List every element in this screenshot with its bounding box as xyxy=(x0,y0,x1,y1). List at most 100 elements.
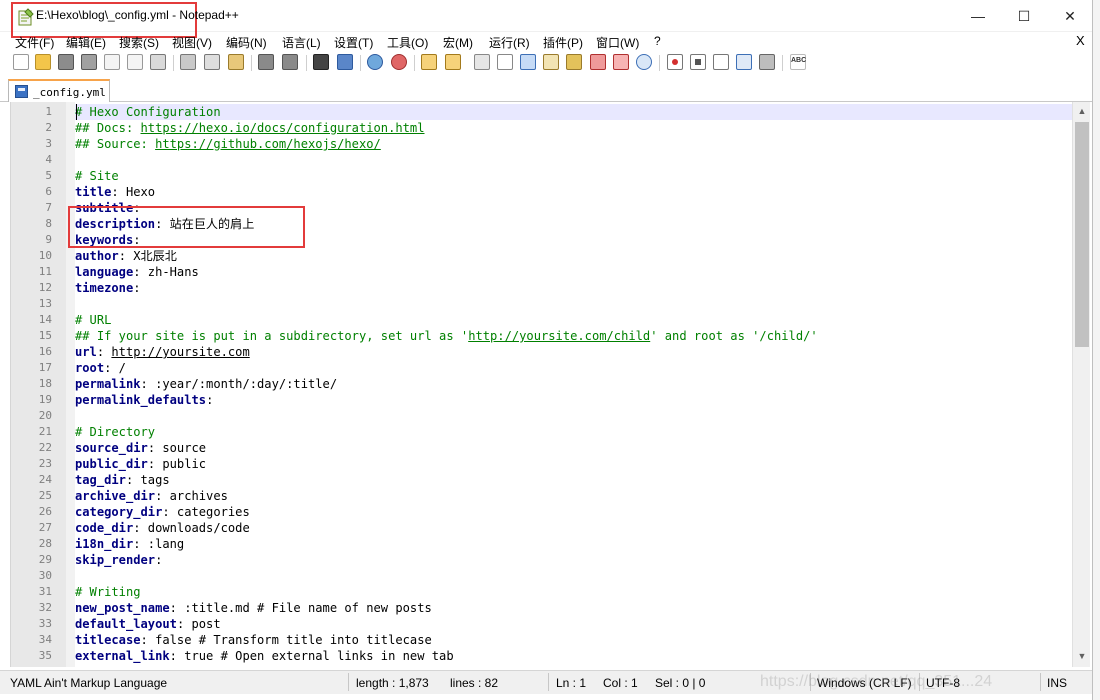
minimize-button[interactable]: — xyxy=(955,0,1001,32)
close-all-icon[interactable] xyxy=(127,54,143,70)
code-line[interactable]: ## Docs: https://hexo.io/docs/configurat… xyxy=(75,120,1073,136)
code-line[interactable]: title: Hexo xyxy=(75,184,1073,200)
line-number: 18 xyxy=(38,377,52,390)
scroll-down-icon[interactable]: ▼ xyxy=(1077,651,1087,663)
menu-macro[interactable]: 宏(M) xyxy=(443,34,473,51)
document-map-icon[interactable] xyxy=(566,54,582,70)
menu-bar: 文件(F) 编辑(E) 搜索(S) 视图(V) 编码(N) 语言(L) 设置(T… xyxy=(0,32,1092,50)
status-bar: YAML Ain't Markup Language length : 1,87… xyxy=(0,670,1100,694)
code-line[interactable]: # Hexo Configuration xyxy=(75,104,1073,120)
code-token: permalink xyxy=(75,377,141,391)
saved-file-icon xyxy=(15,85,28,98)
close-document-button[interactable]: X xyxy=(1076,33,1085,48)
code-token: : Hexo xyxy=(111,185,156,199)
function-list-icon[interactable] xyxy=(590,54,606,70)
code-line[interactable] xyxy=(75,152,1073,168)
replace-icon[interactable] xyxy=(337,54,353,70)
code-line[interactable]: # URL xyxy=(75,312,1073,328)
code-token: ## Docs: xyxy=(75,121,141,135)
record-macro-icon[interactable] xyxy=(667,54,683,70)
code-line[interactable]: new_post_name: :title.md # File name of … xyxy=(75,600,1073,616)
menu-window[interactable]: 窗口(W) xyxy=(596,34,639,51)
code-area[interactable]: # Hexo Configuration ## Docs: https://hex… xyxy=(75,102,1073,667)
user-defined-language-icon[interactable] xyxy=(543,54,559,70)
copy-icon[interactable] xyxy=(204,54,220,70)
code-line[interactable]: i18n_dir: :lang xyxy=(75,536,1073,552)
menu-plugins[interactable]: 插件(P) xyxy=(543,34,583,51)
indent-guide-icon[interactable] xyxy=(520,54,536,70)
sync-vertical-icon[interactable] xyxy=(421,54,437,70)
folder-as-workspace-icon[interactable] xyxy=(613,54,629,70)
code-line[interactable]: category_dir: categories xyxy=(75,504,1073,520)
close-button[interactable]: ✕ xyxy=(1047,0,1093,32)
code-line[interactable]: external_link: true # Open external link… xyxy=(75,648,1073,664)
menu-search[interactable]: 搜索(S) xyxy=(119,34,159,51)
playback-icon[interactable] xyxy=(713,54,729,70)
show-all-chars-icon[interactable] xyxy=(497,54,513,70)
code-line[interactable]: archive_dir: archives xyxy=(75,488,1073,504)
scroll-up-icon[interactable]: ▲ xyxy=(1077,106,1087,118)
cut-icon[interactable] xyxy=(180,54,196,70)
vertical-scrollbar[interactable]: ▲ ▼ xyxy=(1072,102,1090,667)
menu-tools[interactable]: 工具(O) xyxy=(387,34,428,51)
minimize-icon: — xyxy=(971,8,985,24)
zoom-out-icon[interactable] xyxy=(391,54,407,70)
code-line[interactable]: root: / xyxy=(75,360,1073,376)
menu-file[interactable]: 文件(F) xyxy=(15,34,54,51)
menu-edit[interactable]: 编辑(E) xyxy=(66,34,106,51)
code-line[interactable]: timezone: xyxy=(75,280,1073,296)
run-multiple-times-icon[interactable] xyxy=(736,54,752,70)
code-line[interactable] xyxy=(75,568,1073,584)
menu-view[interactable]: 视图(V) xyxy=(172,34,212,51)
code-line[interactable]: tag_dir: tags xyxy=(75,472,1073,488)
code-line[interactable]: # Site xyxy=(75,168,1073,184)
spell-check-icon[interactable]: ABC xyxy=(790,54,806,70)
find-icon[interactable] xyxy=(313,54,329,70)
code-line[interactable] xyxy=(75,408,1073,424)
redo-icon[interactable] xyxy=(282,54,298,70)
new-file-icon[interactable] xyxy=(13,54,29,70)
undo-icon[interactable] xyxy=(258,54,274,70)
code-line[interactable]: author: X北辰北 xyxy=(75,248,1073,264)
code-line[interactable]: ## Source: https://github.com/hexojs/hex… xyxy=(75,136,1073,152)
status-mode[interactable]: INS xyxy=(1047,676,1067,690)
menu-settings[interactable]: 设置(T) xyxy=(334,34,373,51)
menu-run[interactable]: 运行(R) xyxy=(489,34,530,51)
code-line[interactable]: source_dir: source xyxy=(75,440,1073,456)
save-icon[interactable] xyxy=(58,54,74,70)
monitoring-icon[interactable] xyxy=(636,54,652,70)
code-line[interactable]: # Directory xyxy=(75,424,1073,440)
code-line[interactable]: skip_render: xyxy=(75,552,1073,568)
tab-config-yml[interactable]: _config.yml xyxy=(8,79,110,102)
menu-help[interactable]: ? xyxy=(654,34,661,48)
code-line[interactable]: url: http://yoursite.com xyxy=(75,344,1073,360)
paste-icon[interactable] xyxy=(228,54,244,70)
code-line[interactable]: # Writing xyxy=(75,584,1073,600)
save-all-icon[interactable] xyxy=(81,54,97,70)
line-number: 19 xyxy=(38,393,52,406)
sync-horizontal-icon[interactable] xyxy=(445,54,461,70)
code-line[interactable]: public_dir: public xyxy=(75,456,1073,472)
code-token: # URL xyxy=(75,313,112,327)
code-line[interactable]: ## If your site is put in a subdirectory… xyxy=(75,328,1073,344)
code-line[interactable]: code_dir: downloads/code xyxy=(75,520,1073,536)
status-separator xyxy=(348,673,349,691)
code-line[interactable]: permalink: :year/:month/:day/:title/ xyxy=(75,376,1073,392)
stop-recording-icon[interactable] xyxy=(690,54,706,70)
editor[interactable]: 1 2 3 4 5 6 7 8 9 10 11 12 13 14 15 16 17 18 19 20 21 22 23 24 2… xyxy=(10,102,1090,667)
maximize-button[interactable]: ☐ xyxy=(1001,0,1047,32)
menu-language[interactable]: 语言(L) xyxy=(282,34,321,51)
zoom-in-icon[interactable] xyxy=(367,54,383,70)
open-file-icon[interactable] xyxy=(35,54,51,70)
word-wrap-icon[interactable] xyxy=(474,54,490,70)
code-line[interactable]: language: zh-Hans xyxy=(75,264,1073,280)
scrollbar-thumb[interactable] xyxy=(1075,122,1089,347)
save-macro-icon[interactable] xyxy=(759,54,775,70)
menu-encoding[interactable]: 编码(N) xyxy=(226,34,267,51)
code-line[interactable] xyxy=(75,296,1073,312)
close-file-icon[interactable] xyxy=(104,54,120,70)
print-icon[interactable] xyxy=(150,54,166,70)
code-line[interactable]: permalink_defaults: xyxy=(75,392,1073,408)
code-line[interactable]: default_layout: post xyxy=(75,616,1073,632)
code-line[interactable]: titlecase: false # Transform title into … xyxy=(75,632,1073,648)
